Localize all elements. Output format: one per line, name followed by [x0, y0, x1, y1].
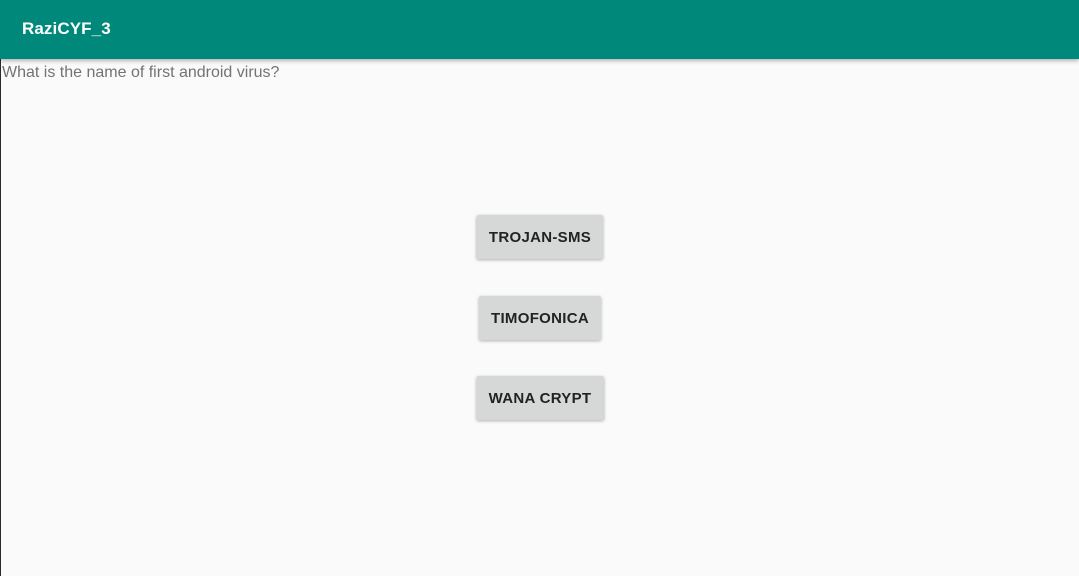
app-title: RaziCYF_3 — [22, 19, 111, 38]
answer-button-trojan-sms[interactable]: TROJAN-SMS — [476, 215, 604, 259]
answer-button-timofonica[interactable]: TIMOFONICA — [479, 296, 601, 340]
app-bar: RaziCYF_3 — [0, 0, 1079, 59]
left-edge-divider — [0, 59, 1, 576]
answer-button-wana-crypt[interactable]: WANA CRYPT — [476, 376, 604, 420]
question-text: What is the name of first android virus? — [2, 64, 280, 81]
